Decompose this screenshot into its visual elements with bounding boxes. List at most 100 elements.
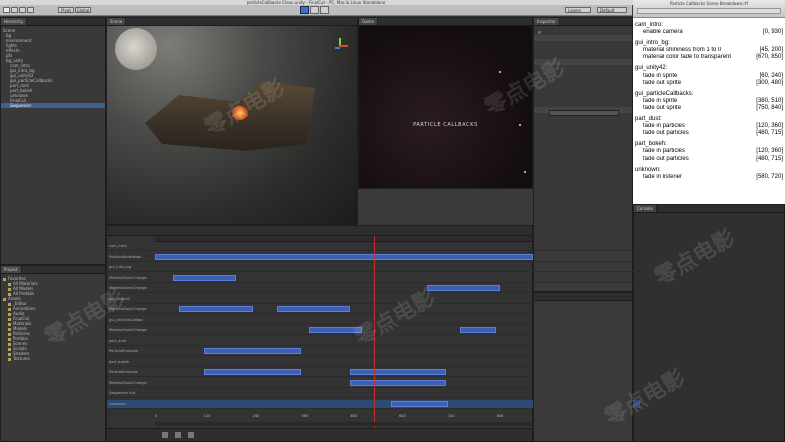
timeline-tick-label: 840	[496, 414, 504, 418]
game-title-text: PARTICLE CALLBACKS	[413, 122, 478, 128]
doc-item-range: [120, 360]	[756, 148, 783, 155]
timeline-clip[interactable]	[427, 285, 501, 291]
add-component-button[interactable]	[549, 110, 619, 116]
doc-item-text: fade out sprite	[643, 79, 682, 86]
step-button[interactable]	[320, 6, 329, 14]
playhead[interactable]	[374, 236, 375, 431]
global-button[interactable]: Global	[75, 7, 91, 13]
timeline-row-label: part_bokeh	[109, 359, 130, 364]
doc-item-range: [380, 510]	[756, 97, 783, 104]
doc-item: fade in listener [580, 720]	[635, 174, 785, 181]
timeline-clip[interactable]	[309, 327, 363, 333]
tab-scene[interactable]: Scene	[107, 18, 127, 25]
next-frame-icon[interactable]	[188, 432, 194, 438]
timeline-clip[interactable]	[173, 274, 237, 281]
timeline-row-label: MaterialColorChange	[109, 275, 147, 280]
project-panel: Project Favorites All Materials All Models…	[0, 265, 106, 442]
doc-section-title: gui_unity42:	[635, 65, 668, 72]
timeline-rows: cam_intro PositionAnimation gui_intro_bg …	[107, 242, 640, 422]
doc-spacer	[635, 181, 785, 185]
doc-item-text: fade in particles	[643, 148, 686, 155]
timeline-clip[interactable]	[203, 348, 302, 354]
doc-item: fade in particles [120, 360]	[635, 148, 785, 155]
doc-item-range: [480, 715]	[756, 155, 783, 162]
timeline-clip[interactable]	[276, 306, 351, 312]
doc-window-title: Particle Callbacks Scene Breakdown.rtf	[669, 1, 749, 6]
doc-item: fade in particles [120, 360]	[635, 123, 785, 130]
doc-item-text: fade in particles	[643, 123, 686, 130]
timeline-clip[interactable]	[350, 379, 446, 386]
inspector-row[interactable]	[534, 331, 632, 337]
tab-console[interactable]: Console	[634, 205, 657, 212]
timeline-row-label: part_dust	[109, 338, 127, 343]
doc-section-title: part_bokeh:	[635, 141, 667, 148]
layers-dropdown[interactable]: Layers	[565, 7, 591, 13]
doc-item-text: material color fade to transparent	[643, 54, 732, 61]
doc-item: fade in sprite [60, 240]	[635, 73, 785, 80]
doc-item: fade out particles [480, 715]	[635, 130, 785, 137]
timeline-row-label: MaterialColorChange	[109, 286, 147, 290]
doc-item-range: [45, 200]	[759, 47, 783, 54]
timeline-row-label: MaterialColorChange	[109, 307, 147, 311]
doc-item-range: [60, 240]	[759, 72, 783, 79]
doc-section-title: part_dust:	[635, 116, 662, 123]
timeline-clip[interactable]	[155, 253, 533, 260]
timeline-scrollbar[interactable]	[155, 422, 533, 426]
tab-project[interactable]: Project	[1, 266, 22, 273]
timeline-clip[interactable]	[203, 369, 302, 375]
play-button[interactable]	[300, 6, 309, 14]
timeline-ticks: 0 120 240 360 480 600 720 840	[155, 414, 533, 420]
tab-inspector[interactable]: Inspector	[534, 18, 560, 25]
doc-toolbar	[637, 8, 781, 14]
timeline-clip[interactable]	[459, 327, 497, 333]
scene-panel: Scene	[106, 17, 358, 225]
sequencer-panel: cam_intro PositionAnimation gui_intro_bg …	[106, 225, 640, 442]
timeline-clip[interactable]	[350, 369, 446, 375]
console-panel: Console	[633, 204, 785, 442]
doc-item: fade out particles [480, 715]	[635, 156, 785, 163]
doc-item: enable camera [0, 930]	[635, 29, 785, 36]
particle-dot	[519, 124, 521, 126]
moon-image	[115, 28, 157, 70]
scene-viewport[interactable]	[107, 26, 357, 224]
timeline-clip[interactable]	[390, 400, 448, 407]
game-panel: Game PARTICLE CALLBACKS	[358, 17, 533, 189]
doc-item-range: [480, 715]	[756, 130, 783, 137]
timeline-row-label: ParticleEmission	[109, 370, 139, 374]
doc-section-title: cam_intro:	[635, 22, 664, 28]
doc-window-titlebar: Particle Callbacks Scene Breakdown.rtf	[633, 0, 785, 18]
timeline-tick-label: 120	[203, 414, 211, 418]
pause-button[interactable]	[310, 6, 319, 14]
tab-hierarchy[interactable]: Hierarchy	[1, 18, 28, 25]
timeline-row-label: MaterialColorChange	[109, 380, 147, 385]
folder-icon	[3, 297, 6, 301]
play-icon[interactable]	[162, 432, 168, 438]
move-tool-button[interactable]	[11, 7, 18, 13]
project-list: Favorites All Materials All Models All Pref…	[1, 274, 105, 361]
scale-tool-button[interactable]	[27, 7, 34, 13]
doc-item-text: fade in sprite	[643, 72, 678, 79]
folder-icon	[8, 357, 11, 361]
event-inspector-panel	[533, 292, 633, 442]
timeline-clip[interactable]	[179, 306, 253, 312]
hierarchy-panel: Hierarchy Scene bg environment lights effect…	[0, 17, 106, 265]
game-viewport: PARTICLE CALLBACKS	[359, 26, 532, 188]
hand-tool-button[interactable]	[3, 7, 10, 13]
particle-dot	[499, 71, 501, 73]
timeline-tick-label: 600	[399, 414, 406, 418]
doc-item-text: fade in listener	[643, 173, 683, 180]
rotate-tool-button[interactable]	[19, 7, 26, 13]
scene-gizmo[interactable]	[332, 38, 348, 54]
stop-icon[interactable]	[175, 432, 181, 438]
project-folder[interactable]: Textures	[1, 356, 105, 361]
hierarchy-item[interactable]: Sequencer	[1, 103, 105, 108]
doc-item-text: material shininess from 1 to 0	[643, 47, 722, 54]
timeline-row-label: gui_intro_bg	[109, 265, 131, 269]
pivot-button[interactable]: Pivot	[58, 7, 74, 13]
doc-item-text: fade in sprite	[643, 97, 678, 104]
timeline-tick-label: 0	[155, 414, 158, 418]
timeline-row-label: Sequencer Evt	[109, 391, 136, 395]
layout-dropdown[interactable]: Default	[597, 7, 627, 13]
timeline-row-label: MaterialColorChange	[109, 328, 147, 332]
tab-game[interactable]: Game	[359, 18, 378, 25]
